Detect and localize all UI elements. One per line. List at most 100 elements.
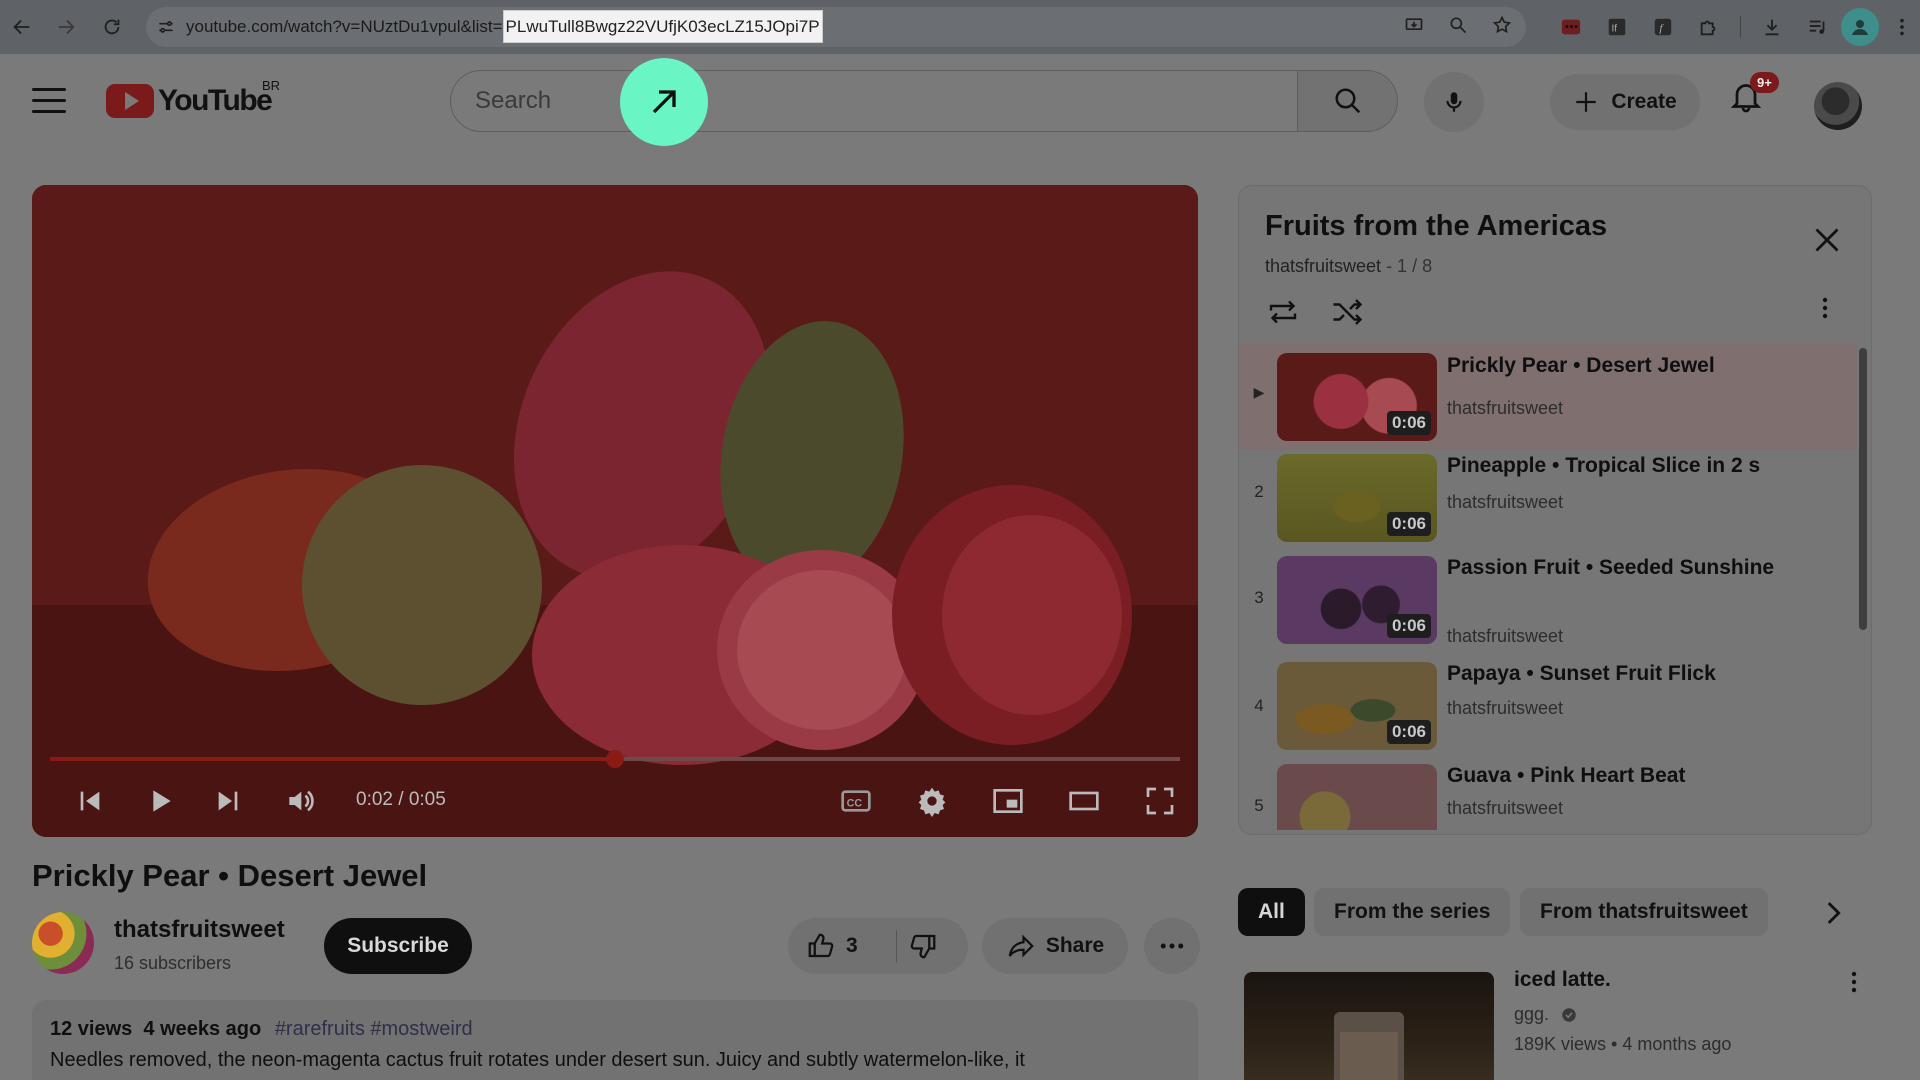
fullscreen-icon[interactable] (1140, 781, 1180, 821)
account-avatar[interactable] (1814, 82, 1862, 130)
address-bar[interactable]: youtube.com/watch?v=NUztDu1vpul&list= PLw… (146, 7, 1526, 47)
search-placeholder: Search (475, 87, 552, 114)
description-box[interactable]: 12 views 4 weeks ago #rarefruits #mostwe… (32, 1000, 1198, 1080)
bookmark-star-icon[interactable] (1492, 15, 1512, 40)
playlist-panel: Fruits from the Americas thatsfruitsweet… (1238, 185, 1872, 835)
channel-name[interactable]: thatsfruitsweet (114, 916, 285, 944)
chevron-right-icon[interactable] (1816, 896, 1850, 930)
recommendation-menu-icon[interactable] (1850, 970, 1870, 1006)
close-icon[interactable] (1809, 222, 1845, 258)
share-arrow-icon (1008, 934, 1034, 958)
volume-icon[interactable] (280, 781, 320, 821)
playlist-owner[interactable]: thatsfruitsweet (1265, 256, 1381, 276)
notification-badge: 9+ (1750, 72, 1779, 93)
miniplayer-icon[interactable] (988, 781, 1028, 821)
notifications-button[interactable]: 9+ (1728, 72, 1779, 118)
svg-text:CC: CC (847, 797, 863, 809)
playlist-index: 2 (1254, 482, 1264, 501)
extensions-puzzle-icon[interactable] (1695, 13, 1723, 41)
extension-script-icon[interactable]: f (1649, 13, 1677, 41)
duration-badge: 0:06 (1386, 512, 1431, 536)
logo-text: YouTube (158, 84, 273, 117)
like-divider (896, 930, 897, 962)
captions-icon[interactable]: CC (836, 781, 876, 821)
playlist-thumbnail (1277, 764, 1437, 830)
back-icon[interactable] (0, 5, 44, 49)
extension-red-icon[interactable] (1557, 13, 1585, 41)
share-button[interactable]: Share (982, 918, 1128, 974)
playlist-menu-icon[interactable] (1821, 296, 1841, 332)
recommendation-channel[interactable]: ggg. (1514, 1004, 1578, 1025)
recommendation-title[interactable]: iced latte. (1514, 968, 1611, 992)
hashtags[interactable]: #rarefruits #mostweird (275, 1018, 473, 1040)
playlist-item[interactable]: 2 0:06 Pineapple • Tropical Slice in 2 s… (1239, 450, 1857, 552)
region-code: BR (262, 78, 281, 93)
playlist-index: 4 (1254, 696, 1264, 715)
chip-from-channel[interactable]: From thatsfruitsweet (1520, 888, 1768, 936)
playlist-title[interactable]: Fruits from the Americas (1265, 210, 1607, 243)
voice-search-button[interactable] (1424, 72, 1484, 132)
playlist-items: ▶ 0:06 Prickly Pear • Desert Jewel thats… (1239, 344, 1857, 834)
browser-profile-icon[interactable] (1841, 8, 1879, 46)
playlist-item-channel: thatsfruitsweet (1447, 626, 1564, 646)
search-button[interactable] (1298, 70, 1398, 132)
media-controls-icon[interactable] (1804, 13, 1832, 41)
install-app-icon[interactable] (1404, 15, 1424, 40)
chip-all[interactable]: All (1238, 888, 1305, 936)
description-meta: 12 views 4 weeks ago #rarefruits #mostwe… (50, 1018, 1180, 1041)
share-label: Share (1045, 934, 1105, 957)
subscribe-button[interactable]: Subscribe (324, 918, 472, 974)
theater-mode-icon[interactable] (1064, 781, 1104, 821)
playlist-index: 3 (1254, 588, 1264, 607)
more-actions-button[interactable] (1144, 918, 1200, 974)
forward-icon[interactable] (44, 5, 88, 49)
previous-icon[interactable] (70, 781, 110, 821)
playlist-item[interactable]: 5 Guava • Pink Heart Beat thatsfruitswee… (1239, 764, 1857, 834)
like-button[interactable]: 3 (806, 931, 858, 961)
playlist-subtitle: thatsfruitsweet - 1 / 8 (1265, 256, 1432, 277)
loop-icon[interactable] (1265, 294, 1305, 334)
zoom-icon[interactable] (1448, 15, 1468, 40)
playlist-thumbnail: 0:06 (1277, 662, 1437, 750)
playlist-position: - 1 / 8 (1381, 256, 1433, 276)
reload-icon[interactable] (90, 5, 134, 49)
create-button[interactable]: Create (1550, 74, 1700, 130)
like-dislike-group: 3 (788, 918, 968, 974)
player-controls: 0:02 / 0:05 CC (32, 765, 1198, 837)
playlist-item[interactable]: ▶ 0:06 Prickly Pear • Desert Jewel thats… (1239, 344, 1857, 450)
url-text[interactable]: youtube.com/watch?v=NUztDu1vpul&list= PLw… (186, 10, 823, 43)
play-icon[interactable] (140, 781, 180, 821)
url-selection: PLwuTull8Bwgz22VUfjK03ecLZ15JOpi7P (502, 10, 823, 43)
downloads-icon[interactable] (1758, 13, 1786, 41)
settings-gear-icon[interactable] (912, 781, 952, 821)
channel-avatar[interactable] (32, 912, 94, 974)
playlist-item-title: Pineapple • Tropical Slice in 2 s (1447, 454, 1761, 477)
playlist-item-channel: thatsfruitsweet (1447, 398, 1564, 418)
playlist-item[interactable]: 3 0:06 Passion Fruit • Seeded Sunshine t… (1239, 552, 1857, 662)
site-settings-icon[interactable] (146, 17, 186, 37)
playlist-item-title: Prickly Pear • Desert Jewel (1447, 354, 1715, 377)
chip-from-series[interactable]: From the series (1314, 888, 1511, 936)
shuffle-icon[interactable] (1329, 294, 1369, 334)
playlist-scrollbar[interactable] (1859, 348, 1867, 630)
extension-if-icon[interactable]: If (1603, 13, 1631, 41)
iced-latte-image (1334, 1012, 1404, 1080)
playlist-item-channel: thatsfruitsweet (1447, 798, 1564, 818)
next-icon[interactable] (208, 781, 248, 821)
browser-menu-icon[interactable] (1888, 13, 1916, 41)
playlist-item[interactable]: 4 0:06 Papaya • Sunset Fruit Flick thats… (1239, 662, 1857, 764)
thumbs-up-icon (808, 933, 834, 958)
svg-text:If: If (1612, 24, 1618, 35)
youtube-logo[interactable]: YouTube BR (106, 78, 280, 118)
playlist-item-title: Guava • Pink Heart Beat (1447, 764, 1686, 787)
dislike-button[interactable] (908, 931, 938, 967)
video-player[interactable]: 0:02 / 0:05 CC (32, 185, 1198, 837)
plus-icon (1576, 92, 1597, 112)
subscriber-count: 16 subscribers (114, 953, 232, 973)
playlist-item-title: Papaya • Sunset Fruit Flick (1447, 662, 1716, 685)
menu-icon[interactable] (32, 88, 66, 114)
thumbs-down-icon (910, 934, 936, 959)
search-input[interactable]: Search (450, 70, 1298, 132)
recommendation-thumbnail[interactable] (1244, 972, 1494, 1080)
progress-bar[interactable] (50, 750, 1180, 768)
